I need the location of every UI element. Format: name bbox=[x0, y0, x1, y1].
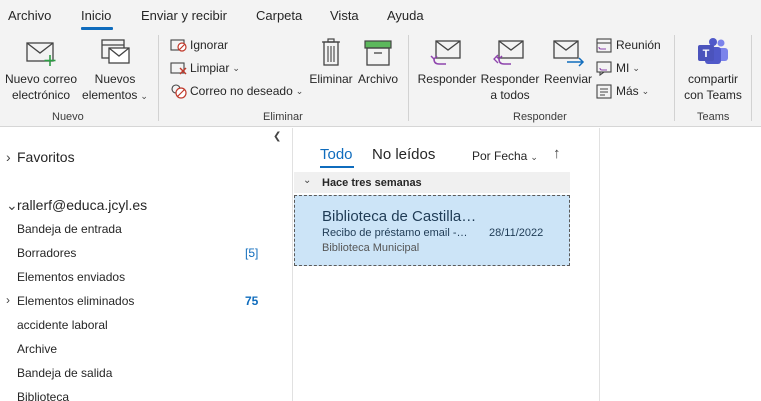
reply-all-button[interactable]: Responder a todos bbox=[478, 31, 542, 109]
chevron-down-icon: ⌄ bbox=[140, 91, 148, 101]
new-email-button[interactable]: Nuevo correo electrónico bbox=[2, 31, 80, 109]
chevron-down-icon: ⌄ bbox=[530, 152, 538, 162]
ribbon-tabs: Archivo Inicio Enviar y recibir Carpeta … bbox=[0, 0, 761, 31]
folder-inbox[interactable]: Bandeja de entrada bbox=[17, 222, 122, 236]
folder-outbox[interactable]: Bandeja de salida bbox=[17, 366, 112, 380]
tab-inicio[interactable]: Inicio bbox=[81, 8, 111, 23]
new-email-icon bbox=[26, 42, 56, 66]
message-group-header[interactable]: ⌄ Hace tres semanas bbox=[294, 172, 570, 193]
chevron-down-icon: ⌄ bbox=[295, 85, 304, 96]
tab-vista[interactable]: Vista bbox=[330, 8, 359, 23]
chat-icon bbox=[596, 61, 612, 76]
folder-deleted[interactable]: Elementos eliminados bbox=[17, 294, 134, 308]
chevron-down-icon: ⌄ bbox=[6, 197, 18, 213]
chevron-down-icon: ⌄ bbox=[632, 62, 640, 73]
folder-accidente-laboral[interactable]: accidente laboral bbox=[17, 318, 108, 332]
filter-active-indicator bbox=[320, 166, 354, 168]
trash-icon bbox=[322, 38, 340, 66]
folder-pane: ❮ › Favoritos ⌄rallerf@educa.jcyl.es Band… bbox=[0, 128, 293, 401]
clean-button[interactable]: Limpiar ⌄ bbox=[170, 58, 240, 78]
message-preview: Biblioteca Municipal bbox=[322, 242, 420, 254]
new-items-icon bbox=[101, 39, 130, 64]
sort-direction-icon[interactable]: ↑ bbox=[553, 145, 561, 162]
collapse-pane-icon[interactable]: ❮ bbox=[273, 131, 281, 142]
chevron-down-icon: ⌄ bbox=[232, 62, 240, 73]
forward-icon bbox=[553, 40, 585, 67]
folder-archive[interactable]: Archive bbox=[17, 342, 57, 356]
tab-carpeta[interactable]: Carpeta bbox=[256, 8, 302, 23]
message-list: Todo No leídos Por Fecha ⌄ ↑ ⌄ Hace tres … bbox=[294, 128, 600, 401]
sort-dropdown[interactable]: Por Fecha ⌄ bbox=[472, 149, 538, 163]
group-label-nuevo: Nuevo bbox=[52, 111, 84, 123]
folder-drafts[interactable]: Borradores bbox=[17, 246, 76, 260]
teams-icon: T bbox=[698, 38, 728, 64]
group-divider bbox=[408, 35, 409, 121]
group-label-teams: Teams bbox=[697, 111, 730, 123]
group-label-responder: Responder bbox=[513, 111, 567, 123]
chevron-down-icon: ⌄ bbox=[641, 85, 650, 96]
drafts-count: [5] bbox=[245, 246, 259, 260]
message-item[interactable]: Biblioteca de Castilla… Recibo de présta… bbox=[294, 195, 570, 266]
delete-button[interactable]: Eliminar bbox=[307, 31, 355, 109]
folder-sent[interactable]: Elementos enviados bbox=[17, 270, 125, 284]
message-subject: Recibo de préstamo email -… bbox=[322, 227, 468, 239]
reply-icon bbox=[430, 40, 461, 65]
share-teams-button[interactable]: T compartir con Teams bbox=[680, 31, 746, 109]
forward-button[interactable]: Reenviar bbox=[542, 31, 594, 109]
ignore-button[interactable]: Ignorar bbox=[170, 35, 228, 55]
archive-icon bbox=[364, 40, 392, 66]
folder-biblioteca[interactable]: Biblioteca bbox=[17, 390, 69, 401]
calendar-icon bbox=[596, 38, 612, 53]
svg-text:T: T bbox=[703, 48, 710, 60]
reply-all-icon bbox=[493, 40, 524, 65]
clean-icon bbox=[170, 62, 187, 75]
reading-pane bbox=[601, 128, 761, 401]
message-date: 28/11/2022 bbox=[489, 227, 544, 239]
group-divider bbox=[751, 35, 752, 121]
tab-ayuda[interactable]: Ayuda bbox=[387, 8, 424, 23]
ribbon: Nuevo correo electrónico Nuevos elementos ⌄… bbox=[0, 31, 761, 127]
archive-button[interactable]: Archivo bbox=[355, 31, 401, 109]
favorites-header[interactable]: › Favoritos bbox=[6, 149, 75, 165]
im-button[interactable]: MI ⌄ bbox=[596, 58, 640, 78]
group-label-eliminar: Eliminar bbox=[263, 111, 303, 123]
tab-enviar-y-recibir[interactable]: Enviar y recibir bbox=[141, 8, 227, 23]
message-sender: Biblioteca de Castilla… bbox=[322, 208, 477, 225]
account-header[interactable]: ⌄rallerf@educa.jcyl.es bbox=[6, 197, 147, 214]
group-divider bbox=[674, 35, 675, 121]
reply-button[interactable]: Responder bbox=[416, 31, 478, 109]
group-divider bbox=[158, 35, 159, 121]
filter-unread-tab[interactable]: No leídos bbox=[372, 146, 435, 163]
deleted-count: 75 bbox=[245, 294, 259, 308]
meeting-button[interactable]: Reunión bbox=[596, 35, 661, 55]
more-icon bbox=[596, 84, 612, 99]
tab-archivo[interactable]: Archivo bbox=[8, 8, 51, 23]
junk-icon bbox=[171, 84, 187, 99]
junk-email-button[interactable]: Correo no deseado ⌄ bbox=[170, 81, 303, 101]
chevron-right-icon[interactable]: › bbox=[6, 293, 10, 307]
filter-all-tab[interactable]: Todo bbox=[320, 146, 353, 163]
active-tab-indicator bbox=[81, 27, 113, 30]
chevron-right-icon: › bbox=[6, 149, 11, 165]
ignore-icon bbox=[170, 39, 187, 52]
new-items-button[interactable]: Nuevos elementos ⌄ bbox=[80, 31, 150, 109]
more-button[interactable]: Más ⌄ bbox=[596, 81, 649, 101]
chevron-down-icon: ⌄ bbox=[303, 175, 312, 186]
